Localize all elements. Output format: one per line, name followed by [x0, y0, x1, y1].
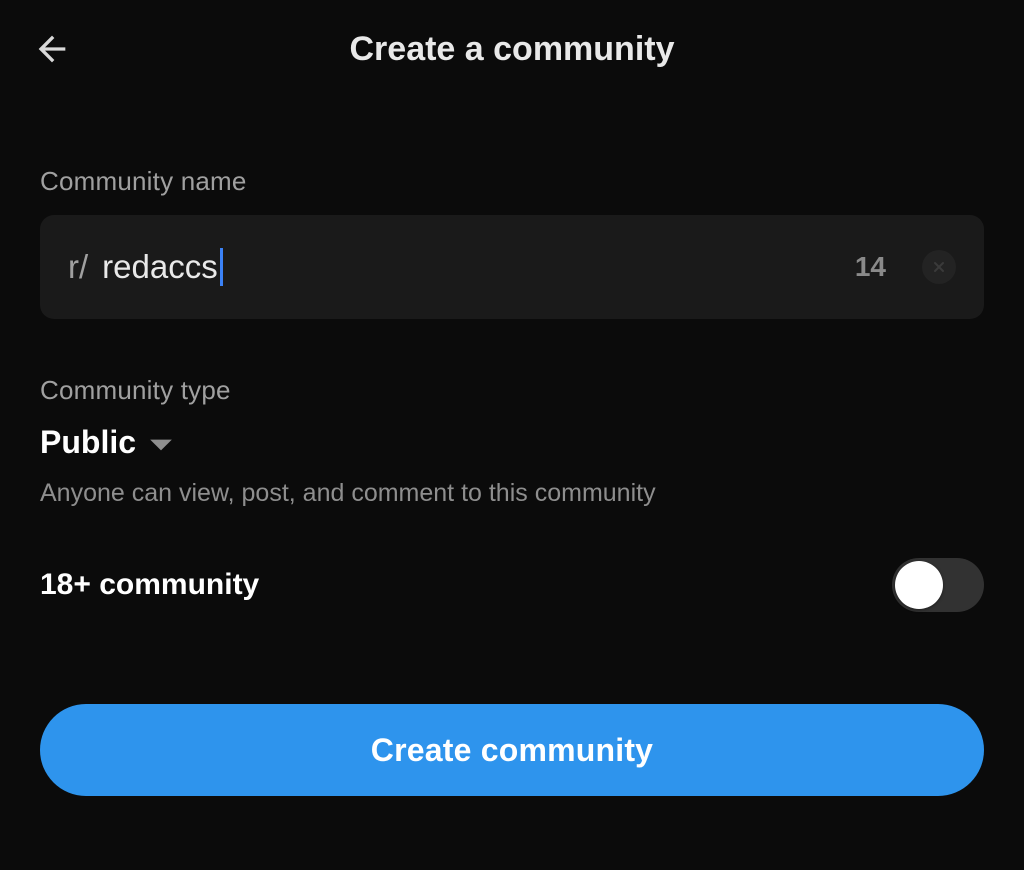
- community-name-label: Community name: [40, 166, 984, 197]
- create-community-button[interactable]: Create community: [40, 704, 984, 796]
- adult-community-row: 18+ community: [40, 558, 984, 612]
- chevron-down-icon: [148, 435, 174, 455]
- text-caret: [220, 248, 223, 286]
- community-type-section: Community type Public Anyone can view, p…: [40, 375, 984, 508]
- community-type-description: Anyone can view, post, and comment to th…: [40, 479, 984, 508]
- arrow-left-icon: [32, 29, 72, 69]
- community-type-value: Public: [40, 424, 136, 461]
- community-name-value: redaccs: [102, 248, 223, 286]
- form: Community name r/ redaccs 14 Community t…: [0, 80, 1024, 796]
- community-name-prefix: r/: [68, 248, 88, 286]
- page-title: Create a community: [0, 30, 1024, 69]
- community-name-input[interactable]: r/ redaccs 14: [40, 215, 984, 319]
- clear-name-button[interactable]: [922, 250, 956, 284]
- header: Create a community: [0, 0, 1024, 80]
- adult-community-toggle[interactable]: [892, 558, 984, 612]
- toggle-knob: [895, 561, 943, 609]
- close-icon: [931, 259, 947, 275]
- community-type-label: Community type: [40, 375, 984, 406]
- community-type-selector[interactable]: Public: [40, 424, 984, 461]
- back-button[interactable]: [28, 25, 76, 73]
- adult-community-label: 18+ community: [40, 568, 259, 602]
- community-name-text: redaccs: [102, 248, 218, 286]
- community-name-chars-remaining: 14: [855, 251, 886, 283]
